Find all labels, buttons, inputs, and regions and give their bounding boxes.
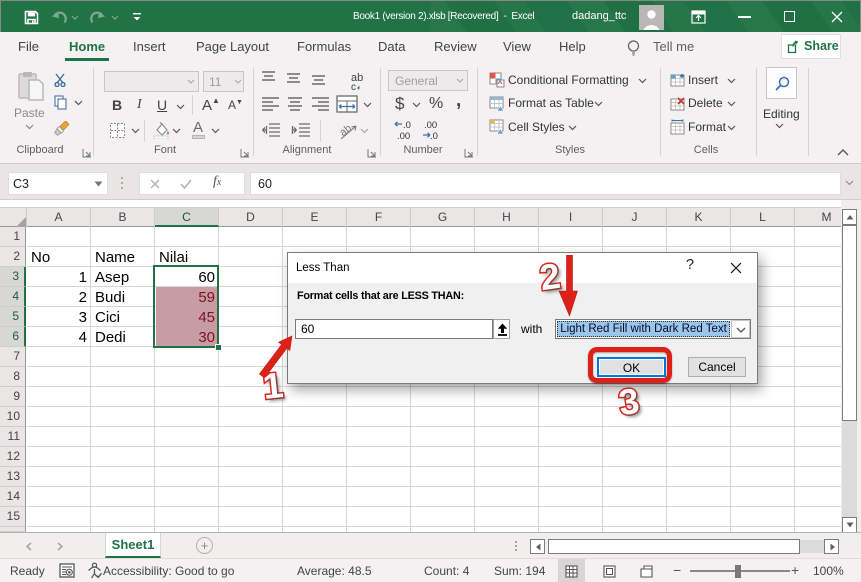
svg-text:.00: .00 <box>424 120 437 131</box>
svg-text:.00: .00 <box>397 131 410 141</box>
svg-text:.0: .0 <box>430 131 438 141</box>
svg-text:.0: .0 <box>403 120 411 131</box>
svg-text:c: c <box>351 82 356 93</box>
